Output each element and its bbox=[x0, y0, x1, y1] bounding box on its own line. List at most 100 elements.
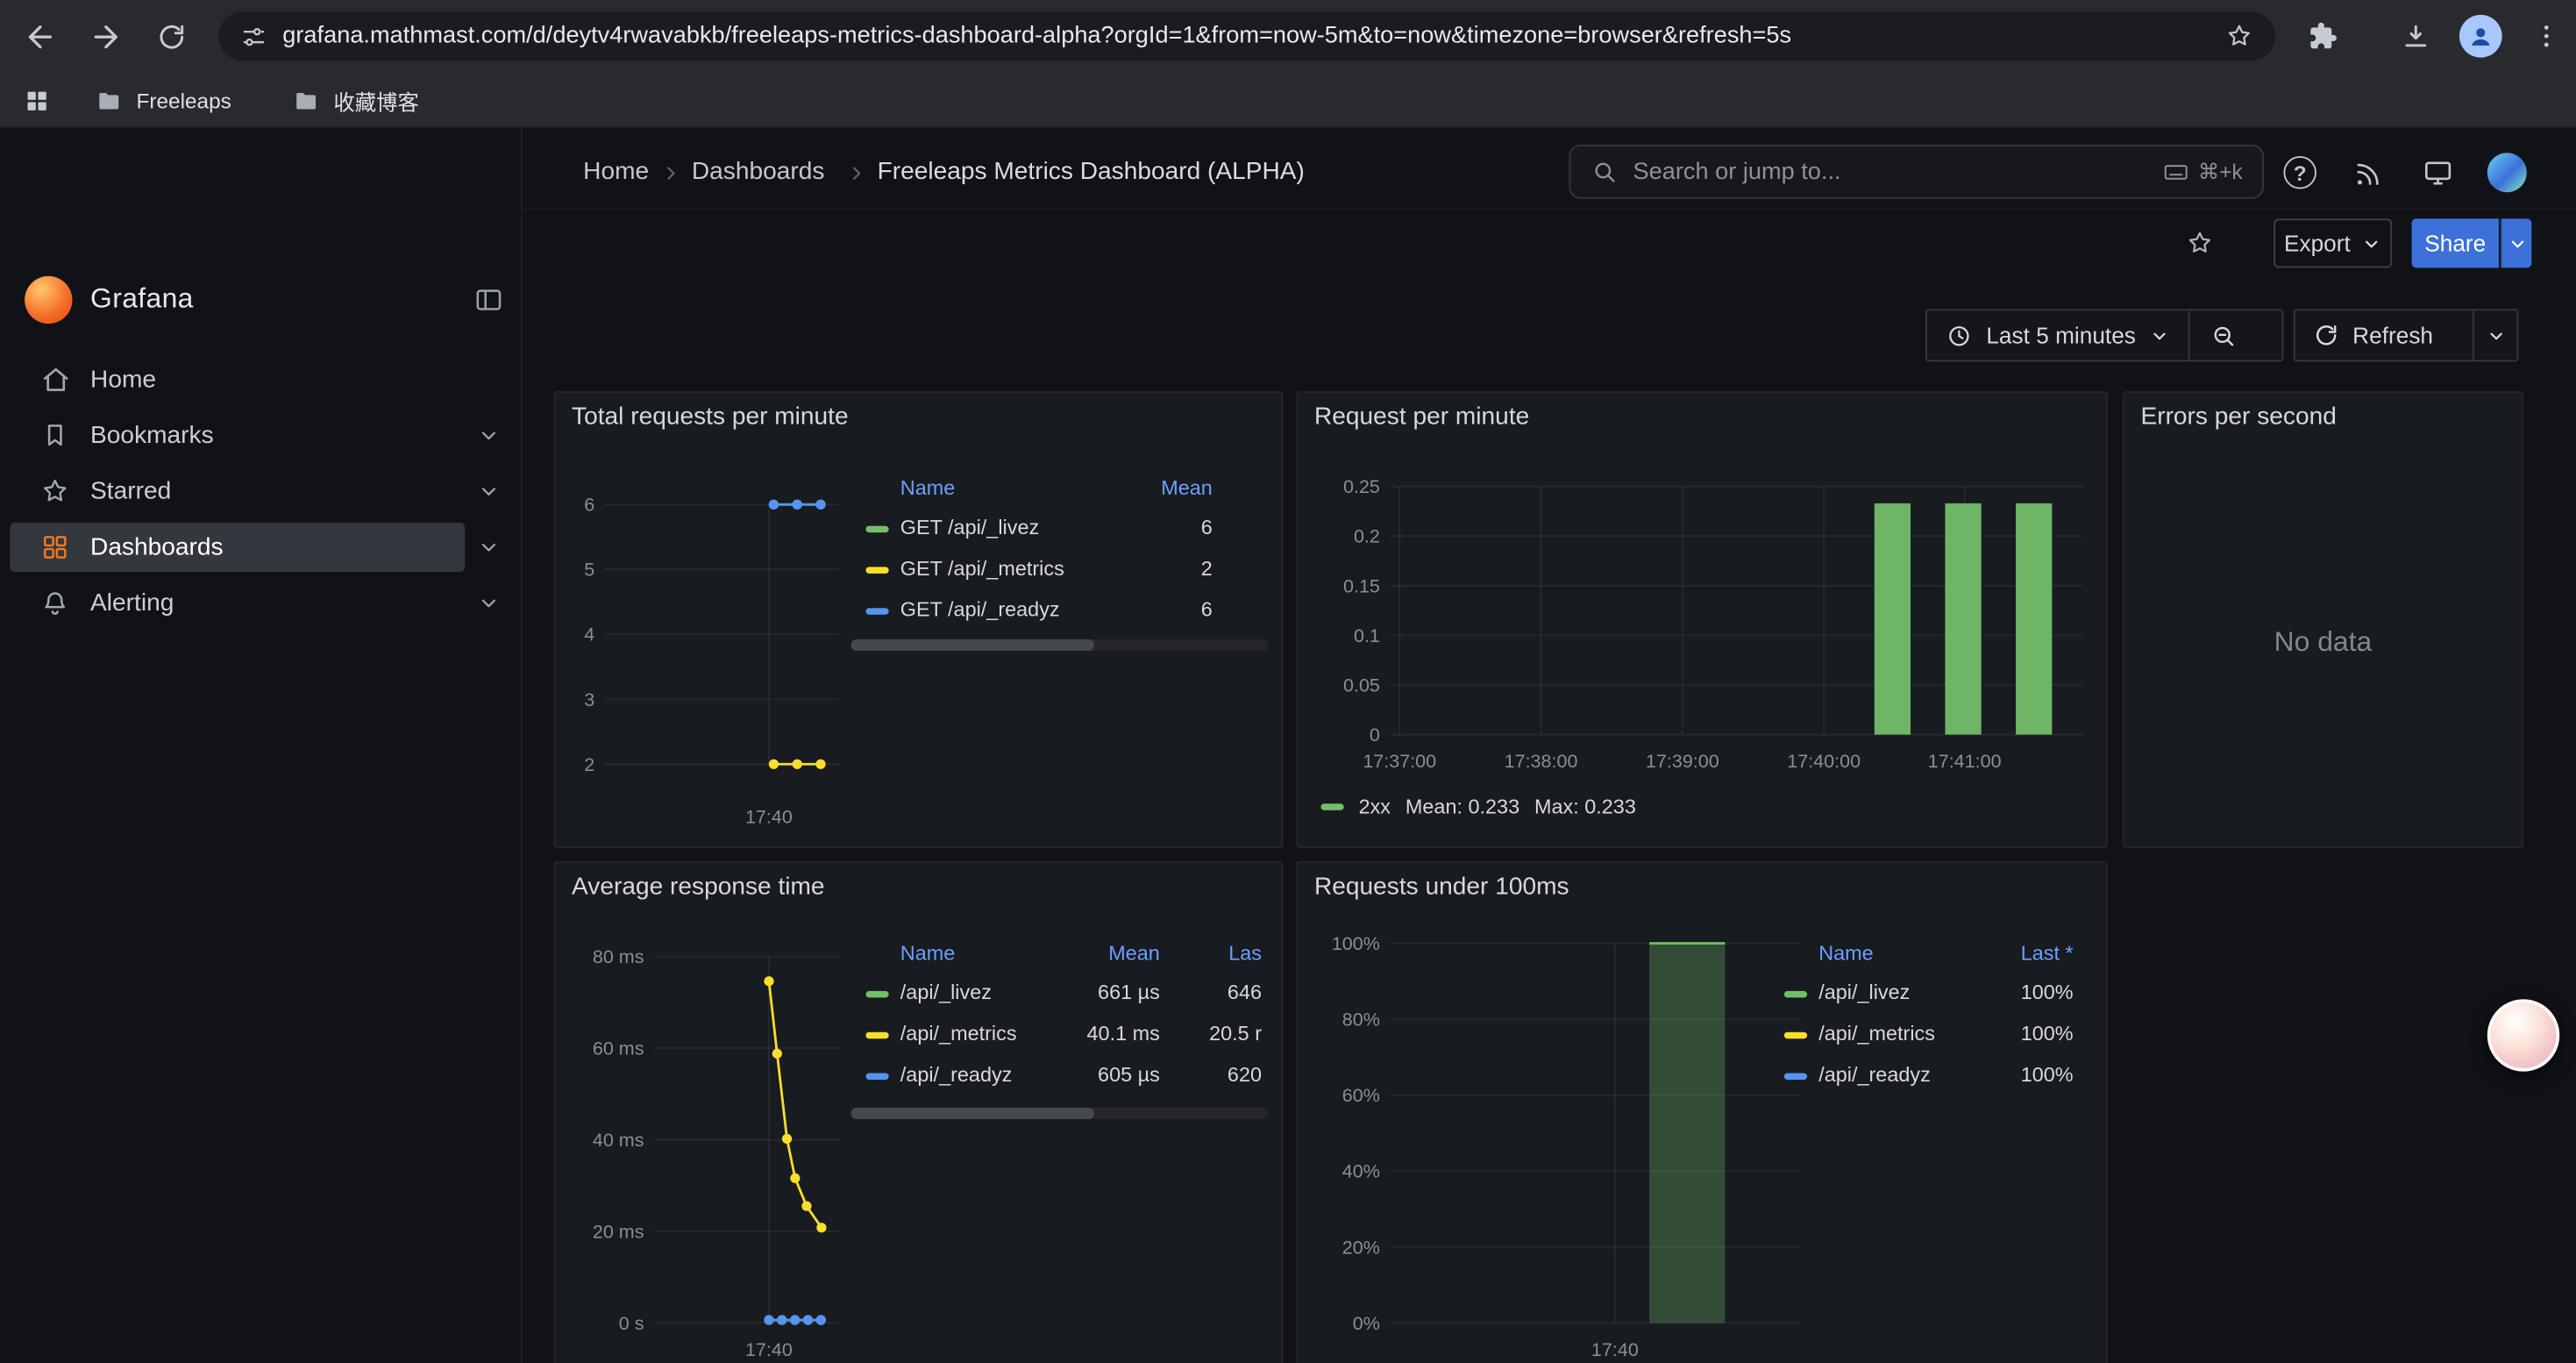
brand-name: Grafana bbox=[90, 282, 194, 315]
news-button[interactable] bbox=[2352, 158, 2384, 189]
sidebar-item-bookmarks[interactable]: Bookmarks bbox=[0, 408, 523, 464]
star-icon bbox=[39, 475, 71, 507]
legend-row[interactable]: /api/_livez 661 µs 646 bbox=[851, 973, 1269, 1014]
search-input[interactable] bbox=[1633, 159, 2146, 185]
legend-col-last[interactable]: Last * bbox=[2021, 933, 2074, 973]
share-button[interactable]: Share bbox=[2412, 218, 2499, 268]
svg-text:40%: 40% bbox=[1342, 1161, 1380, 1182]
forward-button[interactable] bbox=[85, 17, 125, 56]
series-last: 100% bbox=[2021, 1014, 2074, 1055]
bookmark-label: Freeleaps bbox=[137, 89, 231, 113]
folder-icon bbox=[293, 87, 321, 115]
dashboard-header bbox=[523, 128, 2576, 211]
sidebar-item-dashboards[interactable]: Dashboards bbox=[0, 519, 523, 575]
svg-text:100%: 100% bbox=[1332, 933, 1380, 954]
sidebar-toggle-icon[interactable] bbox=[473, 284, 505, 316]
legend-col-name[interactable]: Name bbox=[900, 933, 955, 973]
series-name: /api/_readyz bbox=[900, 1055, 1013, 1096]
back-button[interactable] bbox=[19, 17, 59, 56]
site-settings-icon[interactable] bbox=[240, 22, 268, 50]
downloads-button[interactable] bbox=[2395, 17, 2435, 56]
legend-col-mean[interactable]: Mean bbox=[1108, 933, 1160, 973]
series-swatch bbox=[865, 566, 888, 572]
series-last: 20.5 r bbox=[1209, 1014, 1262, 1055]
legend-scrollbar[interactable] bbox=[851, 639, 1269, 651]
legend-row[interactable]: /api/_metrics 40.1 ms 20.5 r bbox=[851, 1014, 1269, 1055]
legend-col-last[interactable]: Las bbox=[1228, 933, 1262, 973]
sidebar-item-label: Home bbox=[90, 366, 156, 394]
chevron-down-icon[interactable] bbox=[476, 535, 501, 560]
browser-profile-avatar[interactable] bbox=[2459, 15, 2502, 58]
legend-scrollbar[interactable] bbox=[851, 1108, 1269, 1119]
legend-row[interactable]: /api/_readyz 605 µs 620 bbox=[851, 1055, 1269, 1096]
zoom-out-button[interactable] bbox=[2190, 310, 2258, 360]
svg-text:0%: 0% bbox=[1353, 1313, 1380, 1334]
legend-row[interactable]: GET /api/_livez 6 bbox=[851, 508, 1269, 549]
series-name: /api/_metrics bbox=[1818, 1014, 1935, 1055]
favorite-dashboard-button[interactable] bbox=[2185, 228, 2215, 258]
browser-menu-button[interactable] bbox=[2527, 17, 2566, 56]
legend-col-name[interactable]: Name bbox=[1818, 933, 1873, 973]
scrollbar-thumb[interactable] bbox=[851, 639, 1094, 651]
apps-grid-button[interactable] bbox=[17, 81, 56, 120]
refresh-button[interactable]: Refresh bbox=[2295, 310, 2473, 360]
sidebar-item-starred[interactable]: Starred bbox=[0, 463, 523, 519]
series-mean: 40.1 ms bbox=[1087, 1014, 1160, 1055]
search-box[interactable]: ⌘+k bbox=[1569, 145, 2264, 199]
series-swatch bbox=[865, 525, 888, 532]
series-last: 100% bbox=[2021, 1055, 2074, 1096]
panel-title[interactable]: Errors per second bbox=[2140, 403, 2336, 431]
legend-header: Name Mean Las bbox=[851, 933, 1269, 973]
time-range-picker[interactable]: Last 5 minutes bbox=[1927, 310, 2188, 360]
search-icon bbox=[1590, 158, 1619, 186]
svg-text:17:39:00: 17:39:00 bbox=[1646, 751, 1719, 772]
bookmark-star-icon[interactable] bbox=[2224, 21, 2254, 51]
sidebar-item-alerting[interactable]: Alerting bbox=[0, 575, 523, 632]
legend-col-name[interactable]: Name bbox=[900, 468, 955, 508]
chevron-down-icon[interactable] bbox=[476, 479, 501, 503]
svg-text:0.15: 0.15 bbox=[1343, 575, 1380, 596]
sidebar-item-label: Alerting bbox=[90, 589, 174, 617]
svg-text:17:40:00: 17:40:00 bbox=[1787, 751, 1861, 772]
bookmark-folder-freeleaps[interactable]: Freeleaps bbox=[96, 84, 231, 118]
reload-button[interactable] bbox=[151, 17, 190, 56]
export-button[interactable]: Export bbox=[2274, 218, 2392, 268]
legend-row[interactable]: GET /api/_metrics 2 bbox=[851, 549, 1269, 590]
screen: Freeleaps 收藏博客 Grafana Home Bookmarks St… bbox=[0, 0, 2576, 1363]
refresh-interval-button[interactable] bbox=[2474, 310, 2517, 360]
display-button[interactable] bbox=[2422, 156, 2454, 189]
search-shortcut: ⌘+k bbox=[2162, 158, 2243, 186]
help-button[interactable] bbox=[2283, 156, 2316, 189]
legend-row[interactable]: /api/_readyz 100% bbox=[1784, 1055, 2093, 1096]
svg-text:0.1: 0.1 bbox=[1354, 625, 1380, 646]
chevron-down-icon[interactable] bbox=[476, 591, 501, 616]
refresh-icon bbox=[2313, 322, 2339, 348]
sidebar-item-home[interactable]: Home bbox=[0, 352, 523, 408]
bookmark-folder-blogs[interactable]: 收藏博客 bbox=[293, 84, 419, 118]
sidebar-item-label: Bookmarks bbox=[90, 422, 214, 450]
chevron-down-icon[interactable] bbox=[476, 423, 501, 447]
extensions-button[interactable] bbox=[2303, 17, 2343, 56]
user-profile-avatar[interactable] bbox=[2487, 153, 2527, 192]
address-bar[interactable] bbox=[218, 11, 2275, 61]
scrollbar-thumb[interactable] bbox=[851, 1108, 1094, 1119]
breadcrumb-dashboards[interactable]: Dashboards bbox=[692, 158, 825, 186]
request-per-minute-chart[interactable]: 0.250.20.150.10.05017:37:0017:38:0017:39… bbox=[1298, 393, 2108, 848]
legend-row[interactable]: GET /api/_readyz 6 bbox=[851, 590, 1269, 632]
folder-icon bbox=[96, 87, 124, 115]
clock-icon bbox=[1945, 321, 1973, 349]
series-name: GET /api/_metrics bbox=[900, 549, 1064, 590]
grafana-logo[interactable] bbox=[25, 276, 72, 324]
series-mean: 661 µs bbox=[1098, 973, 1160, 1014]
home-icon bbox=[39, 363, 72, 396]
legend-row[interactable]: /api/_livez 100% bbox=[1784, 973, 2093, 1014]
legend-col-mean[interactable]: Mean bbox=[1161, 468, 1213, 508]
breadcrumb-home[interactable]: Home bbox=[583, 158, 649, 186]
legend[interactable]: 2xx Mean: 0.233 Max: 0.233 bbox=[1320, 792, 1635, 822]
share-menu-button[interactable] bbox=[2501, 218, 2532, 268]
floating-assistant-avatar[interactable] bbox=[2487, 999, 2559, 1071]
panel-request-per-minute: Request per minute 0.250.20.150.10.05017… bbox=[1296, 391, 2108, 848]
legend-row[interactable]: /api/_metrics 100% bbox=[1784, 1014, 2093, 1055]
url-input[interactable] bbox=[282, 23, 2210, 49]
svg-text:80%: 80% bbox=[1342, 1010, 1380, 1031]
